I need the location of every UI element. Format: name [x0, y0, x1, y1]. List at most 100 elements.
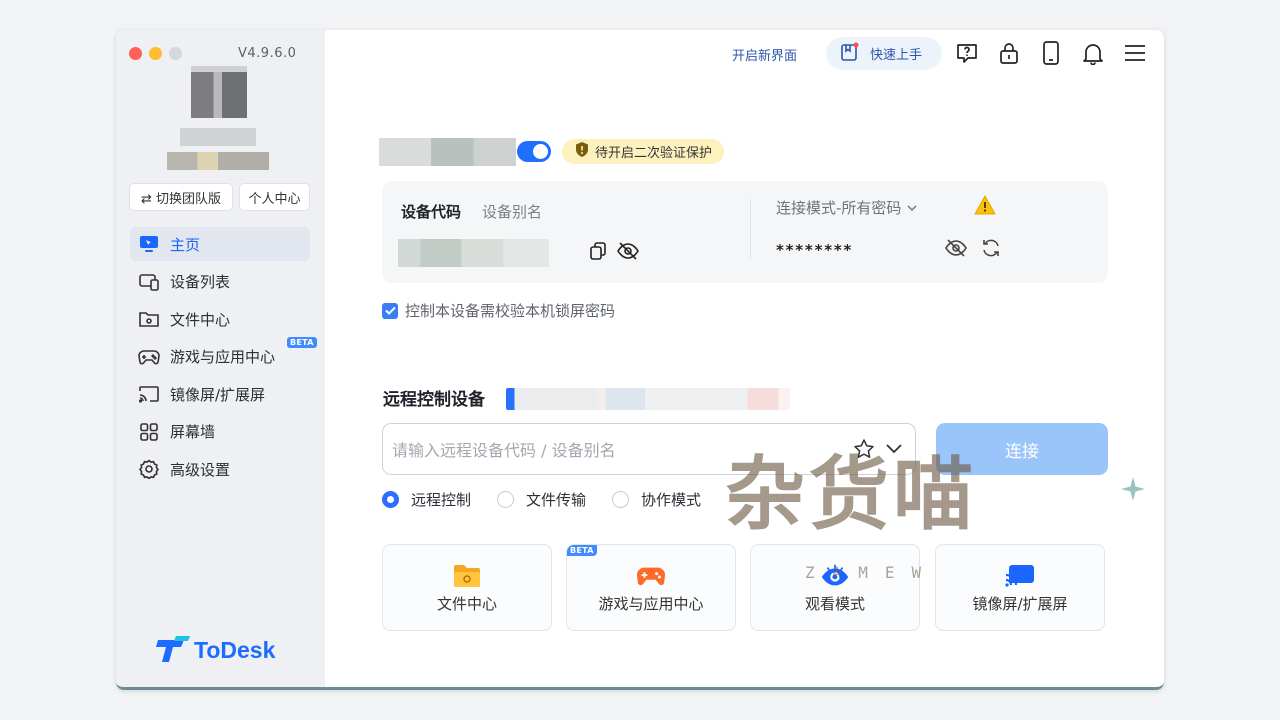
connect-button[interactable]: 连接 — [936, 423, 1108, 475]
device-name-blurred — [379, 138, 516, 166]
hide-code-icon[interactable] — [616, 241, 640, 265]
lock-screen-check-row[interactable]: 控制本设备需校验本机锁屏密码 — [382, 300, 615, 321]
cast-icon — [1005, 561, 1035, 591]
device-code-label: 设备代码 — [401, 203, 462, 221]
main-content: 开启新界面 快速上手 待开启二次验证保护 设备代码 设备别名 连接模式-所有密码… — [325, 30, 1164, 687]
sidebar-item-home[interactable]: 主页 — [130, 227, 310, 261]
remote-code-placeholder: 请输入远程设备代码 / 设备别名 — [392, 441, 616, 460]
radio-remote-control[interactable]: 远程控制 — [382, 489, 471, 510]
radio-dot[interactable] — [497, 491, 515, 508]
refresh-password-icon[interactable] — [980, 238, 1002, 262]
user-name-blurred — [180, 128, 256, 146]
eye-icon — [820, 561, 850, 591]
card-label: 游戏与应用中心 — [598, 595, 704, 613]
radio-label: 文件传输 — [526, 491, 587, 509]
bell-icon[interactable] — [1081, 41, 1105, 65]
sidebar-item-label: 镜像屏/扩展屏 — [170, 385, 266, 404]
chevron-down-icon[interactable] — [885, 441, 903, 460]
minimize-window-button[interactable] — [149, 47, 162, 60]
sidebar-item-files[interactable]: 文件中心 — [130, 302, 310, 336]
gear-icon — [138, 458, 160, 480]
sidebar-item-screen-wall[interactable]: 屏幕墙 — [130, 415, 310, 449]
device-alias-label[interactable]: 设备别名 — [482, 201, 542, 222]
card-watch-mode[interactable]: 观看模式 — [750, 544, 920, 631]
quick-start-label: 快速上手 — [870, 48, 923, 63]
radio-label: 远程控制 — [411, 491, 472, 509]
devices-icon — [138, 271, 160, 293]
recent-device-blurred — [506, 388, 790, 410]
card-label: 观看模式 — [804, 595, 865, 613]
card-file-center[interactable]: 文件中心 — [382, 544, 552, 631]
sidebar-item-label: 屏幕墙 — [170, 423, 216, 441]
card-mirror-screen[interactable]: 镜像屏/扩展屏 — [935, 544, 1105, 631]
grid-icon — [138, 421, 160, 443]
sidebar-item-label: 文件中心 — [170, 310, 231, 329]
header-tools — [955, 41, 1147, 65]
star-icon[interactable] — [853, 438, 875, 464]
beta-badge: BETA — [287, 336, 317, 348]
switch-team-button[interactable]: ⇄ 切换团队版 — [129, 183, 233, 211]
personal-center-label: 个人中心 — [248, 191, 301, 207]
card-label: 文件中心 — [436, 595, 497, 613]
folder-icon — [138, 308, 160, 330]
version-label: V4.9.6.0 — [238, 46, 297, 61]
folder-icon — [452, 561, 482, 591]
lock-screen-checkbox[interactable] — [382, 302, 398, 319]
window-controls — [129, 47, 182, 60]
show-password-icon[interactable] — [944, 238, 968, 262]
card-game-center[interactable]: BETA 游戏与应用中心 — [566, 544, 736, 631]
connect-mode-label: 连接模式-所有密码 — [776, 199, 902, 217]
gamepad-icon — [636, 561, 666, 591]
remote-control-title: 远程控制设备 — [383, 390, 485, 410]
menu-icon[interactable] — [1123, 41, 1147, 65]
shield-icon — [575, 142, 589, 161]
monitor-icon — [138, 233, 160, 255]
logo-text: ToDesk — [194, 636, 276, 663]
new-ui-link[interactable]: 开启新界面 — [732, 45, 797, 64]
sidebar-item-label: 高级设置 — [170, 460, 231, 479]
remote-code-input[interactable]: 请输入远程设备代码 / 设备别名 — [382, 423, 916, 475]
sidebar-item-label: 设备列表 — [170, 273, 231, 291]
guide-icon — [840, 42, 860, 66]
quick-start-button[interactable]: 快速上手 — [826, 37, 942, 70]
close-window-button[interactable] — [129, 47, 142, 60]
phone-icon[interactable] — [1039, 41, 1063, 65]
sidebar-item-label: 主页 — [170, 235, 201, 254]
sidebar-item-games[interactable]: 游戏与应用中心 BETA — [130, 336, 317, 374]
sidebar-item-label: 游戏与应用中心 — [170, 348, 276, 366]
sidebar-item-mirror[interactable]: 镜像屏/扩展屏 — [130, 377, 310, 411]
card-label: 镜像屏/扩展屏 — [972, 595, 1068, 613]
zoom-window-button[interactable] — [169, 47, 182, 60]
user-id-blurred — [167, 152, 269, 170]
copy-icon[interactable] — [588, 241, 608, 265]
warning-icon[interactable] — [974, 195, 996, 219]
connect-mode-dropdown[interactable]: 连接模式-所有密码 — [776, 197, 918, 218]
radio-file-transfer[interactable]: 文件传输 — [497, 489, 586, 510]
password-masked: ******** — [776, 241, 854, 259]
lock-screen-check-label: 控制本设备需校验本机锁屏密码 — [405, 302, 616, 320]
device-code-card: 设备代码 设备别名 连接模式-所有密码 ******** — [382, 181, 1108, 283]
radio-label: 协作模式 — [641, 491, 702, 509]
two-factor-badge[interactable]: 待开启二次验证保护 — [562, 139, 725, 164]
app-window: V4.9.6.0 ⇄ 切换团队版 个人中心 主页 设备列表 文件中心 游戏与应用… — [116, 30, 1164, 690]
radio-collab-mode[interactable]: 协作模式 — [612, 489, 701, 510]
avatar[interactable] — [191, 66, 247, 118]
radio-dot[interactable] — [612, 491, 630, 508]
switch-team-label: ⇄ 切换团队版 — [140, 191, 222, 207]
personal-center-button[interactable]: 个人中心 — [239, 183, 310, 211]
card-divider — [750, 199, 751, 259]
todesk-logo-icon — [156, 636, 190, 662]
lock-icon[interactable] — [997, 41, 1021, 65]
sidebar: V4.9.6.0 ⇄ 切换团队版 个人中心 主页 设备列表 文件中心 游戏与应用… — [116, 30, 325, 687]
help-icon[interactable] — [955, 41, 979, 65]
control-mode-radios: 远程控制 文件传输 协作模式 — [382, 489, 701, 510]
sidebar-item-settings[interactable]: 高级设置 — [130, 452, 310, 486]
gamepad-icon — [138, 346, 160, 368]
chevron-down-icon — [906, 199, 918, 217]
device-access-toggle[interactable] — [517, 141, 551, 162]
sidebar-item-devices[interactable]: 设备列表 — [130, 265, 310, 299]
sidebar-nav: 主页 设备列表 文件中心 游戏与应用中心 BETA 镜像屏/扩展屏 屏幕墙 高级… — [130, 227, 317, 490]
radio-dot[interactable] — [382, 491, 399, 508]
todesk-logo: ToDesk — [156, 636, 275, 664]
cast-icon — [138, 383, 160, 405]
